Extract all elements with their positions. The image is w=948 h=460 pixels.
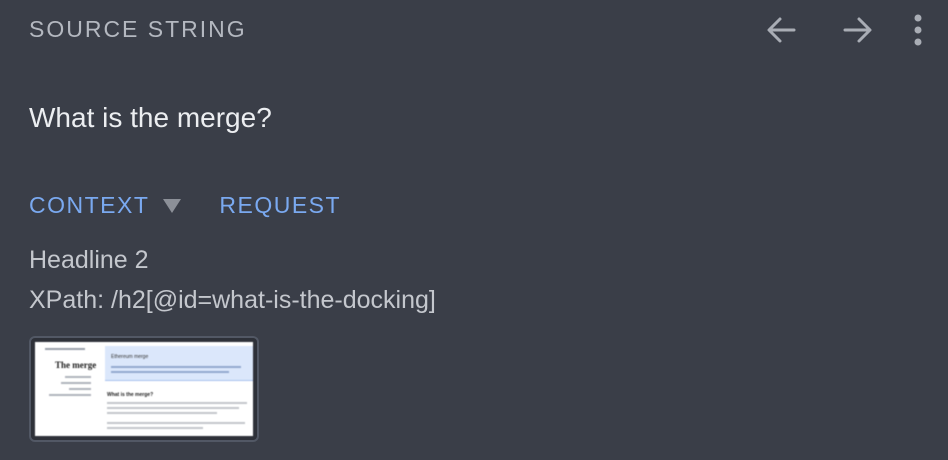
context-tabs: CONTEXT REQUEST — [29, 192, 341, 219]
more-vert-icon — [914, 14, 922, 46]
arrow-right-icon — [843, 17, 872, 43]
thumb-hero-line — [111, 366, 241, 368]
caret-down-icon — [163, 198, 182, 213]
more-options-button[interactable] — [906, 8, 930, 52]
header-actions — [759, 8, 930, 52]
panel-title: SOURCE STRING — [29, 16, 247, 42]
thumb-sidebar-line — [61, 382, 91, 384]
thumb-text-line — [107, 412, 217, 414]
thumb-sidebar-line — [69, 388, 91, 390]
thumb-sidebar-title: The merge — [55, 360, 97, 370]
thumb-hero-line — [111, 371, 229, 373]
thumb-text-line — [107, 422, 245, 424]
thumb-hero-banner: Ethereum merge — [105, 346, 253, 381]
tab-context-label: CONTEXT — [29, 192, 150, 218]
thumb-sidebar-line — [49, 394, 91, 396]
next-button[interactable] — [836, 8, 880, 52]
tab-context[interactable]: CONTEXT — [29, 192, 182, 219]
thumb-text-line — [107, 427, 203, 429]
source-string-panel: SOURCE STRING What is the merge? CONTEXT — [0, 0, 948, 460]
context-element-type: Headline 2 — [29, 246, 149, 274]
thumbnail-page-preview: The merge Ethereum merge What is the mer… — [35, 342, 253, 436]
source-string-text: What is the merge? — [29, 102, 272, 133]
tab-request[interactable]: REQUEST — [219, 192, 341, 219]
thumb-text-line — [107, 407, 239, 409]
thumb-body-heading: What is the merge? — [107, 392, 154, 398]
thumb-hero-title: Ethereum merge — [111, 354, 149, 360]
thumb-text-line — [107, 402, 247, 404]
previous-button[interactable] — [759, 8, 803, 52]
context-screenshot-thumbnail[interactable]: The merge Ethereum merge What is the mer… — [29, 336, 259, 442]
tab-request-label: REQUEST — [219, 192, 342, 218]
thumb-breadcrumb — [45, 348, 85, 350]
thumb-sidebar-line — [65, 376, 91, 378]
context-xpath: XPath: /h2[@id=what-is-the-docking] — [29, 286, 436, 314]
arrow-left-icon — [767, 17, 796, 43]
